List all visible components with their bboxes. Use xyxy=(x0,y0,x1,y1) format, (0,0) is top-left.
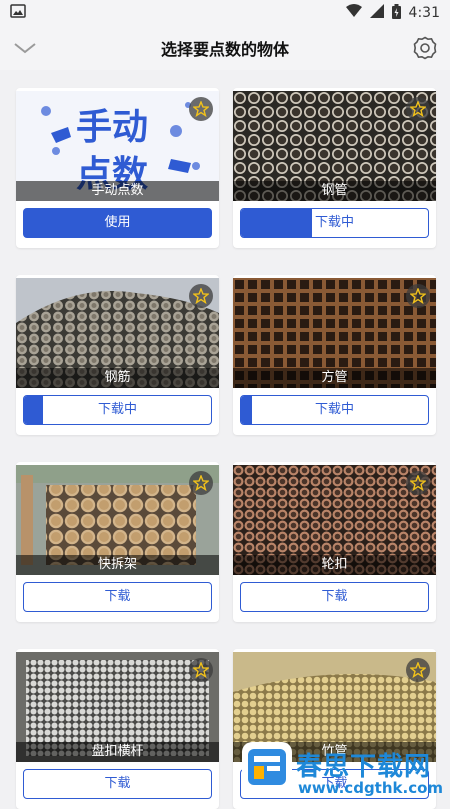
status-bar: 4:31 xyxy=(0,0,450,26)
favorite-star-icon[interactable] xyxy=(406,284,430,308)
page-title: 选择要点数的物体 xyxy=(160,40,289,59)
clock-time: 4:31 xyxy=(408,5,440,21)
image-notification-icon xyxy=(10,4,26,22)
settings-gear-icon[interactable] xyxy=(412,35,438,61)
object-name: 钢筋 xyxy=(16,368,219,388)
favorite-star-icon[interactable] xyxy=(189,658,213,682)
watermark-brand: 春思下载网 xyxy=(296,752,432,782)
square-tube-thumbnail: 方管 xyxy=(233,278,436,388)
back-chevron-icon[interactable] xyxy=(12,36,38,60)
wifi-icon xyxy=(345,4,362,22)
download-progress-fill xyxy=(241,209,313,237)
signal-icon xyxy=(369,4,384,22)
object-name: 轮扣 xyxy=(233,555,436,575)
object-name: 快拆架 xyxy=(16,555,219,575)
steel-pipe-thumbnail: 钢管 xyxy=(233,91,436,201)
manual-text-line1: 手动 xyxy=(76,107,148,148)
download-button[interactable]: 下载 xyxy=(23,582,212,612)
object-card-rebar[interactable]: 钢筋 下载中 xyxy=(16,275,219,435)
watermark-url: www.cdgthk.com xyxy=(298,779,444,797)
object-name: 手动点数 xyxy=(16,181,219,201)
wheel-buckle-thumbnail: 轮扣 xyxy=(233,465,436,575)
rebar-thumbnail: 钢筋 xyxy=(16,278,219,388)
download-progress-button[interactable]: 下载中 xyxy=(240,208,429,238)
site-watermark: 春思下载网 www.cdgthk.com xyxy=(242,742,450,800)
favorite-star-icon[interactable] xyxy=(406,97,430,121)
object-card-wheel-buckle[interactable]: 轮扣 下载 xyxy=(233,462,436,622)
download-progress-button[interactable]: 下载中 xyxy=(23,395,212,425)
object-card-quick-frame[interactable]: 快拆架 下载 xyxy=(16,462,219,622)
object-card-disc-crossbar[interactable]: 盘扣横杆 下载 xyxy=(16,649,219,809)
object-name: 钢管 xyxy=(233,181,436,201)
download-progress-fill xyxy=(241,396,253,424)
battery-icon xyxy=(391,3,401,23)
favorite-star-icon[interactable] xyxy=(189,97,213,121)
download-progress-button[interactable]: 下载中 xyxy=(240,395,429,425)
download-button[interactable]: 下载 xyxy=(23,769,212,799)
object-name: 盘扣横杆 xyxy=(16,742,219,762)
top-bar: 选择要点数的物体 xyxy=(0,26,450,70)
download-button[interactable]: 下载 xyxy=(240,582,429,612)
favorite-star-icon[interactable] xyxy=(406,471,430,495)
disc-crossbar-thumbnail: 盘扣横杆 xyxy=(16,652,219,762)
object-name: 方管 xyxy=(233,368,436,388)
download-progress-fill xyxy=(24,396,43,424)
use-button[interactable]: 使用 xyxy=(23,208,212,238)
favorite-star-icon[interactable] xyxy=(189,284,213,308)
favorite-star-icon[interactable] xyxy=(189,471,213,495)
quick-frame-thumbnail: 快拆架 xyxy=(16,465,219,575)
favorite-star-icon[interactable] xyxy=(406,658,430,682)
manual-count-thumbnail: 手动 点数 手动点数 xyxy=(16,91,219,201)
object-card-steel-pipe[interactable]: 钢管 下载中 xyxy=(233,88,436,248)
object-card-square-tube[interactable]: 方管 下载中 xyxy=(233,275,436,435)
object-card-manual[interactable]: 手动 点数 手动点数 使用 xyxy=(16,88,219,248)
